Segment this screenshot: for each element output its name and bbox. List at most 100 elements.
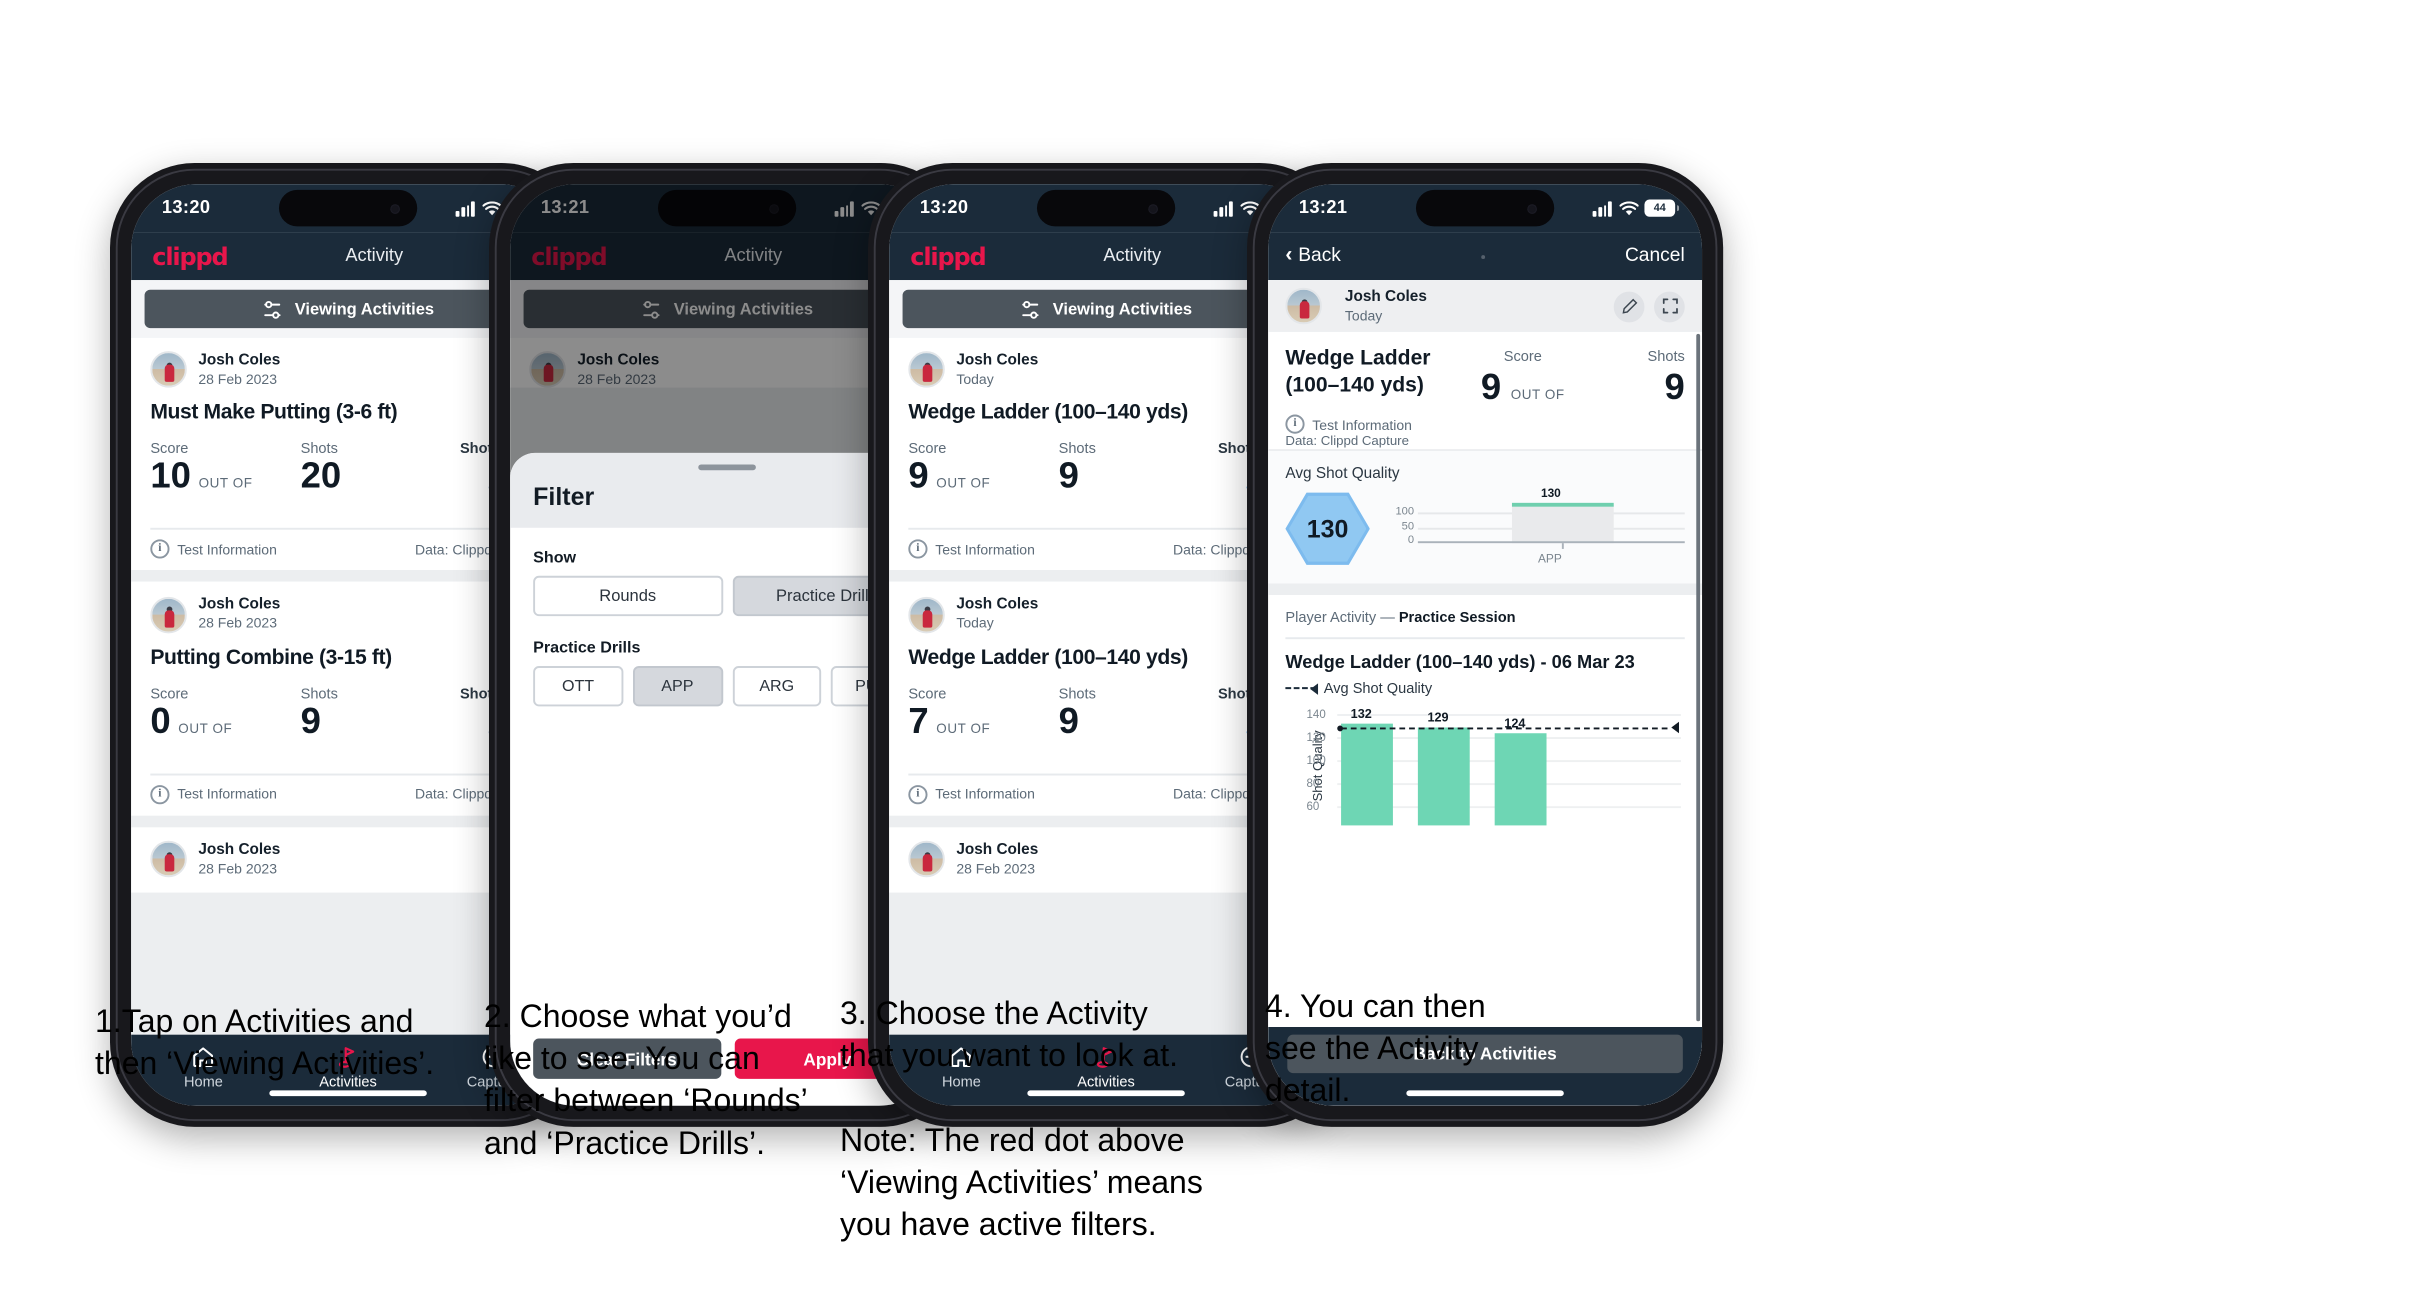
avatar bbox=[150, 596, 187, 633]
back-label: Back bbox=[1298, 245, 1341, 267]
viewing-activities-label: Viewing Activities bbox=[294, 299, 435, 319]
card-footer: i Test Information Data: Clippd Capture bbox=[908, 773, 1304, 816]
test-information[interactable]: i Test Information bbox=[908, 540, 1035, 560]
scrollbar[interactable] bbox=[1695, 333, 1700, 1022]
card-user: Josh Coles 28 Feb 2023 bbox=[908, 841, 1038, 878]
chart2-value-1: 132 bbox=[1350, 709, 1372, 723]
avg-shot-quality-value: 130 bbox=[1306, 514, 1349, 544]
out-of-label: OUT OF bbox=[1510, 390, 1565, 404]
shots-value: 9 bbox=[1058, 457, 1079, 499]
practice-drills-group-label: Practice Drills bbox=[533, 636, 641, 657]
activity-date: 28 Feb 2023 bbox=[956, 859, 1036, 878]
card-footer: i Test Information Data: Clippd Capture bbox=[150, 528, 546, 571]
avatar bbox=[908, 351, 945, 389]
avatar bbox=[908, 841, 945, 878]
activity-title: Putting Combine (3-15 ft) bbox=[150, 646, 392, 670]
chart2-value-2: 129 bbox=[1427, 713, 1449, 727]
chart2-legend: Avg Shot Quality bbox=[1285, 680, 1684, 698]
status-time: 13:20 bbox=[919, 197, 969, 219]
detail-shots: Shots 9 bbox=[1584, 348, 1685, 408]
card-metrics: Score 7OUT OF Shots 9 Shot Quality 118 bbox=[908, 685, 1304, 758]
player-activity-prefix: Player Activity — bbox=[1285, 609, 1399, 627]
show-options-row: Rounds Practice Drills bbox=[533, 575, 921, 616]
battery-icon: 44 bbox=[1644, 199, 1680, 217]
camera-dot bbox=[1527, 203, 1537, 213]
test-information[interactable]: i Test Information bbox=[908, 785, 1035, 805]
chart2-trend-arrow bbox=[1671, 722, 1679, 734]
cellular-signal-icon bbox=[1593, 200, 1612, 216]
player-activity-value: Practice Session bbox=[1398, 609, 1516, 627]
card-header: Josh Coles 28 Feb 2023 ••• bbox=[150, 841, 546, 878]
avg-shot-quality-hexagon: 130 bbox=[1285, 490, 1370, 567]
chart1-bar-app bbox=[1511, 505, 1613, 545]
chart1-ytick-0: 0 bbox=[1407, 536, 1415, 548]
test-information[interactable]: i Test Information bbox=[150, 785, 277, 805]
metric-score: Score 9 OUT OF bbox=[908, 440, 1058, 496]
card-metrics: Score 10OUT OF Shots 20 Shot Quality 75 bbox=[150, 440, 546, 513]
info-icon: i bbox=[908, 540, 928, 560]
metric-label-shots: Shots bbox=[300, 685, 338, 703]
detail-user: Josh Coles Today bbox=[1285, 288, 1427, 325]
test-information-label: Test Information bbox=[935, 541, 1035, 559]
card-header: Josh Coles 28 Feb 2023 ••• bbox=[908, 841, 1304, 878]
card-user: Josh Coles Today bbox=[908, 351, 1039, 389]
out-of-label: OUT OF bbox=[198, 478, 253, 493]
user-name: Josh Coles bbox=[956, 351, 1039, 369]
card-user: Josh Coles 28 Feb 2023 bbox=[150, 351, 280, 389]
activity-date: Today bbox=[956, 615, 994, 633]
card-header: Josh Coles Today ••• bbox=[908, 596, 1304, 633]
show-group-label: Show bbox=[533, 546, 577, 566]
score-value: 0 bbox=[150, 702, 171, 743]
card-header: Josh Coles Today ••• bbox=[908, 351, 1304, 389]
activity-date: 28 Feb 2023 bbox=[198, 859, 278, 878]
dashed-line-icon bbox=[1285, 684, 1319, 696]
drag-handle[interactable] bbox=[698, 464, 756, 470]
card-user: Josh Coles Today bbox=[908, 596, 1038, 633]
chip-ott[interactable]: OTT bbox=[533, 665, 623, 706]
metric-label-shots: Shots bbox=[1058, 440, 1096, 458]
chip-app[interactable]: APP bbox=[632, 665, 723, 706]
test-information-label: Test Information bbox=[935, 785, 1035, 804]
status-time: 13:20 bbox=[161, 197, 211, 219]
metric-label-shots: Shots bbox=[1647, 348, 1685, 366]
chevron-left-icon: ‹ bbox=[1285, 243, 1293, 267]
activity-title: Wedge Ladder (100–140 yds) bbox=[908, 646, 1188, 670]
chart2-bar-3 bbox=[1494, 734, 1547, 827]
test-information[interactable]: i Test Information bbox=[150, 540, 277, 560]
tutorial-sheet: 13:20 44 clippd Activity Viewing Activit… bbox=[0, 0, 2423, 1303]
camera-dot bbox=[1148, 203, 1158, 213]
activity-date: 28 Feb 2023 bbox=[198, 370, 278, 388]
metric-label-score: Score bbox=[908, 685, 947, 703]
metric-label-score: Score bbox=[908, 440, 947, 458]
activity-date: 28 Feb 2023 bbox=[198, 615, 278, 633]
metric-shots: Shots 20 bbox=[301, 440, 420, 496]
expand-icon[interactable] bbox=[1654, 291, 1685, 322]
back-button[interactable]: ‹ Back bbox=[1285, 243, 1341, 267]
shots-value: 9 bbox=[300, 702, 321, 743]
cellular-signal-icon bbox=[1214, 200, 1233, 216]
cancel-button[interactable]: Cancel bbox=[1625, 246, 1685, 267]
caption-step-2: 2. Choose what you’d like to see. You ca… bbox=[484, 998, 808, 1161]
user-name: Josh Coles bbox=[956, 840, 1039, 858]
chip-arg[interactable]: ARG bbox=[731, 665, 822, 706]
card-header: Josh Coles 28 Feb 2023 ••• bbox=[150, 596, 546, 633]
chart2-ytick-80: 80 bbox=[1306, 780, 1320, 792]
info-icon: i bbox=[150, 540, 170, 560]
card-user: Josh Coles 28 Feb 2023 bbox=[150, 596, 280, 633]
dynamic-island bbox=[1415, 189, 1555, 227]
chip-rounds[interactable]: Rounds bbox=[533, 575, 723, 616]
chart2-trend-line bbox=[1341, 728, 1668, 731]
pencil-icon[interactable] bbox=[1613, 291, 1645, 322]
user-name: Josh Coles bbox=[956, 595, 1039, 614]
avatar bbox=[150, 841, 187, 878]
metric-label-score: Score bbox=[1503, 348, 1542, 366]
score-value: 9 bbox=[908, 457, 929, 499]
chart2-bar-2 bbox=[1417, 728, 1470, 827]
avg-shot-quality-label: Avg Shot Quality bbox=[1285, 465, 1400, 483]
card-metrics: Score 9OUT OF Shots 9 Shot Quality 130 bbox=[908, 440, 1304, 513]
chart2-ytick-120: 120 bbox=[1306, 734, 1326, 746]
chart1-bar-cap bbox=[1511, 503, 1613, 507]
test-information[interactable]: i Test Information bbox=[1285, 415, 1684, 435]
card-footer: i Test Information Data: Clippd Capture bbox=[908, 528, 1304, 571]
chart1-ytick-50: 50 bbox=[1401, 522, 1415, 535]
